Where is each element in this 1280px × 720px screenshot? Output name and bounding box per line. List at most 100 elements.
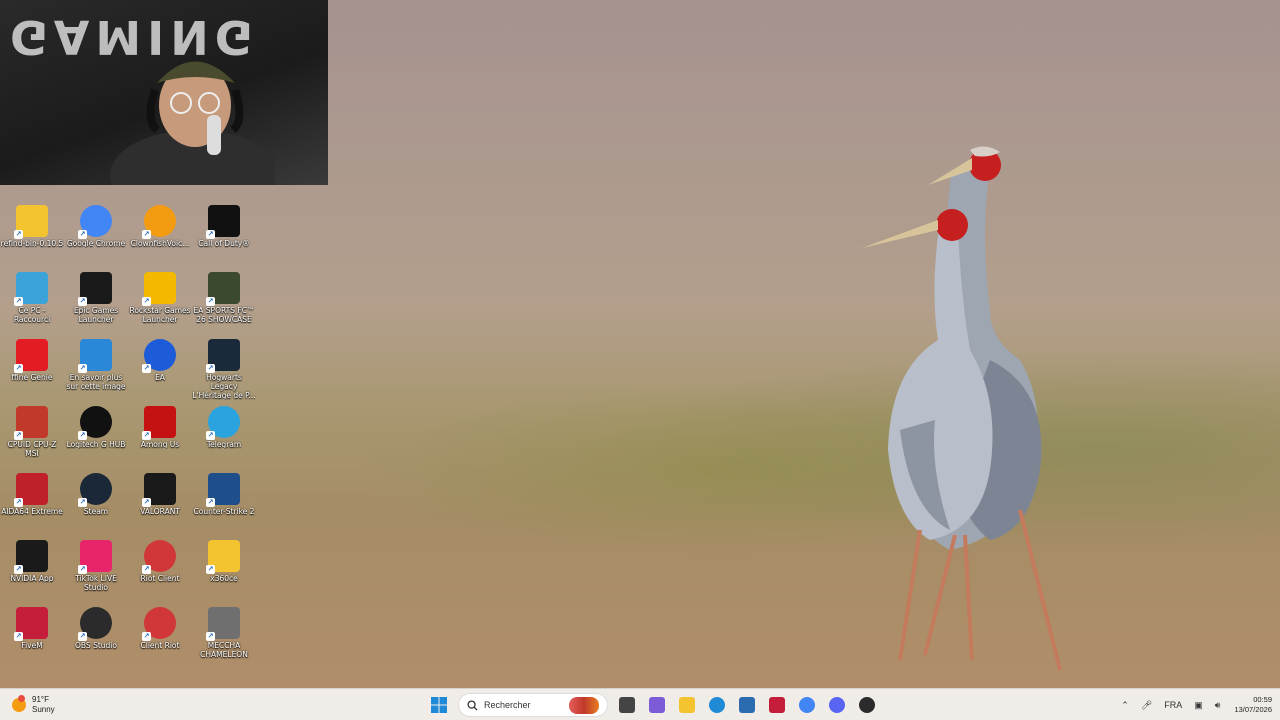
riot-icon: ↗	[142, 607, 176, 641]
shortcut-arrow-icon: ↗	[206, 632, 215, 641]
shortcut-arrow-icon: ↗	[78, 565, 87, 574]
desktop-shortcut-label: Logitech G HUB	[66, 440, 126, 449]
ea-fc-icon: ↗	[206, 272, 240, 306]
desktop-shortcut[interactable]: ↗ Hogwarts Legacy L'Héritage de P...	[192, 334, 256, 400]
cpuz-icon: ↗	[14, 406, 48, 440]
desktop-shortcut[interactable]: ↗ x360ce	[192, 535, 256, 601]
shortcut-arrow-icon: ↗	[142, 230, 151, 239]
shortcut-arrow-icon: ↗	[206, 230, 215, 239]
desktop-shortcut[interactable]: ↗ Call of Duty®	[192, 200, 256, 266]
fifine-icon: ↗	[14, 339, 48, 373]
desktop-shortcut[interactable]: ↗ EA	[128, 334, 192, 400]
shortcut-arrow-icon: ↗	[142, 431, 151, 440]
taskbar-app-task-view[interactable]	[614, 692, 640, 718]
desktop-shortcut[interactable]: ↗ Client Riot	[128, 602, 192, 668]
desktop-shortcut-label: Among Us	[140, 440, 180, 449]
desktop-shortcut[interactable]: ↗ Steam	[64, 468, 128, 534]
counter-strike-icon: ↗	[206, 473, 240, 507]
desktop-shortcut[interactable]: ↗ Ce PC - Raccourci	[0, 267, 64, 333]
desktop-shortcut-label: FiveM	[21, 641, 43, 650]
shortcut-arrow-icon: ↗	[14, 364, 23, 373]
desktop-shortcut[interactable]: ↗ FiveM	[0, 602, 64, 668]
desktop-shortcut[interactable]: ↗ Rockstar Games Launcher	[128, 267, 192, 333]
desktop-shortcut[interactable]: ↗ En savoir plus sur cette image	[64, 334, 128, 400]
desktop-shortcut[interactable]: ↗ CPUID CPU-Z MSI	[0, 401, 64, 467]
desktop-shortcut[interactable]: ↗ Telegram	[192, 401, 256, 467]
valorant-icon: ↗	[142, 473, 176, 507]
clock-time: 00:59	[1253, 695, 1272, 704]
task-view-icon	[619, 697, 635, 713]
network-icon[interactable]: ▣	[1194, 700, 1203, 711]
volume-icon[interactable]: 🔊︎	[1215, 700, 1221, 711]
shortcut-arrow-icon: ↗	[14, 230, 23, 239]
desktop-shortcut[interactable]: ↗ AIDA64 Extreme	[0, 468, 64, 534]
desktop-shortcut[interactable]: ↗ TikTok LIVE Studio	[64, 535, 128, 601]
shortcut-arrow-icon: ↗	[14, 632, 23, 641]
shortcut-arrow-icon: ↗	[78, 431, 87, 440]
shortcut-arrow-icon: ↗	[14, 297, 23, 306]
shortcut-arrow-icon: ↗	[206, 431, 215, 440]
computer-icon: ↗	[14, 272, 48, 306]
taskbar-app-file-explorer[interactable]	[674, 692, 700, 718]
desktop-shortcut[interactable]: ↗ Riot Client	[128, 535, 192, 601]
desktop-shortcut[interactable]: ↗ MECCHA CHAMELEON	[192, 602, 256, 668]
desktop-shortcut-label: refind-bin-0.10.5	[0, 239, 64, 248]
shortcut-arrow-icon: ↗	[206, 297, 215, 306]
desktop-shortcut-label: Hogwarts Legacy L'Héritage de P...	[192, 373, 256, 400]
weather-temp: 91°F	[32, 695, 49, 704]
desktop-shortcut[interactable]: ↗ Epic Games Launcher	[64, 267, 128, 333]
taskbar-app-acrobat[interactable]	[764, 692, 790, 718]
shortcut-arrow-icon: ↗	[78, 297, 87, 306]
taskbar-center: Rechercher	[424, 692, 882, 718]
logitech-icon: ↗	[78, 406, 112, 440]
folder-icon: ↗	[14, 205, 48, 239]
shortcut-arrow-icon: ↗	[78, 632, 87, 641]
taskbar-app-discord[interactable]	[824, 692, 850, 718]
desktop-shortcut-label: Riot Client	[140, 574, 180, 583]
desktop-shortcut[interactable]: ↗ Logitech G HUB	[64, 401, 128, 467]
desktop-shortcut-label: ClownfishVoic...	[130, 239, 190, 248]
desktop-shortcut[interactable]: ↗ Counter-Strike 2	[192, 468, 256, 534]
edge-icon	[709, 697, 725, 713]
weather-widget[interactable]: 91°F Sunny	[12, 694, 55, 716]
desktop-shortcut[interactable]: ↗ NVIDIA App	[0, 535, 64, 601]
microphone-icon[interactable]: 🎤︎	[1141, 700, 1152, 711]
shortcut-arrow-icon: ↗	[142, 297, 151, 306]
desktop-shortcut[interactable]: ↗ EA SPORTS FC™ 26 SHOWCASE	[192, 267, 256, 333]
search-icon	[467, 699, 478, 711]
among-us-icon: ↗	[142, 406, 176, 440]
taskbar-app-chrome[interactable]	[794, 692, 820, 718]
ea-icon: ↗	[142, 339, 176, 373]
desktop-shortcut-label: Client Riot	[140, 641, 180, 650]
tiktok-icon: ↗	[78, 540, 112, 574]
webcam-overlay: GAMING	[0, 0, 328, 185]
desktop-shortcut[interactable]: ↗ Google Chrome	[64, 200, 128, 266]
chrome-icon	[799, 697, 815, 713]
taskbar-app-store[interactable]	[734, 692, 760, 718]
folder-icon: ↗	[206, 540, 240, 574]
obs-icon: ↗	[78, 607, 112, 641]
desktop-shortcut[interactable]: ↗ VALORANT	[128, 468, 192, 534]
taskbar-app-edge[interactable]	[704, 692, 730, 718]
language-indicator[interactable]: FRA	[1164, 700, 1182, 710]
desktop-shortcut[interactable]: ↗ OBS Studio	[64, 602, 128, 668]
taskbar-search-box[interactable]: Rechercher	[458, 693, 608, 717]
desktop-shortcut[interactable]: ↗ refind-bin-0.10.5	[0, 200, 64, 266]
desktop-shortcut-label: VALORANT	[140, 507, 180, 516]
tray-overflow-chevron-icon[interactable]: ⌃	[1121, 700, 1129, 711]
clock[interactable]: 00:59 13/07/2026	[1234, 695, 1272, 715]
desktop-shortcut-label: EA	[155, 373, 165, 382]
acrobat-icon	[769, 697, 785, 713]
taskbar-app-obs[interactable]	[854, 692, 880, 718]
desktop-shortcut-label: AIDA64 Extreme	[1, 507, 63, 516]
taskbar-app-copilot[interactable]	[644, 692, 670, 718]
shortcut-arrow-icon: ↗	[142, 632, 151, 641]
start-button[interactable]	[426, 692, 452, 718]
desktop-shortcut[interactable]: ↗ Among Us	[128, 401, 192, 467]
obs-icon	[859, 697, 875, 713]
rockstar-icon: ↗	[142, 272, 176, 306]
desktop-shortcut[interactable]: ↗ ffine Genie	[0, 334, 64, 400]
shortcut-arrow-icon: ↗	[14, 565, 23, 574]
weather-sun-icon	[12, 695, 26, 712]
desktop-shortcut[interactable]: ↗ ClownfishVoic...	[128, 200, 192, 266]
